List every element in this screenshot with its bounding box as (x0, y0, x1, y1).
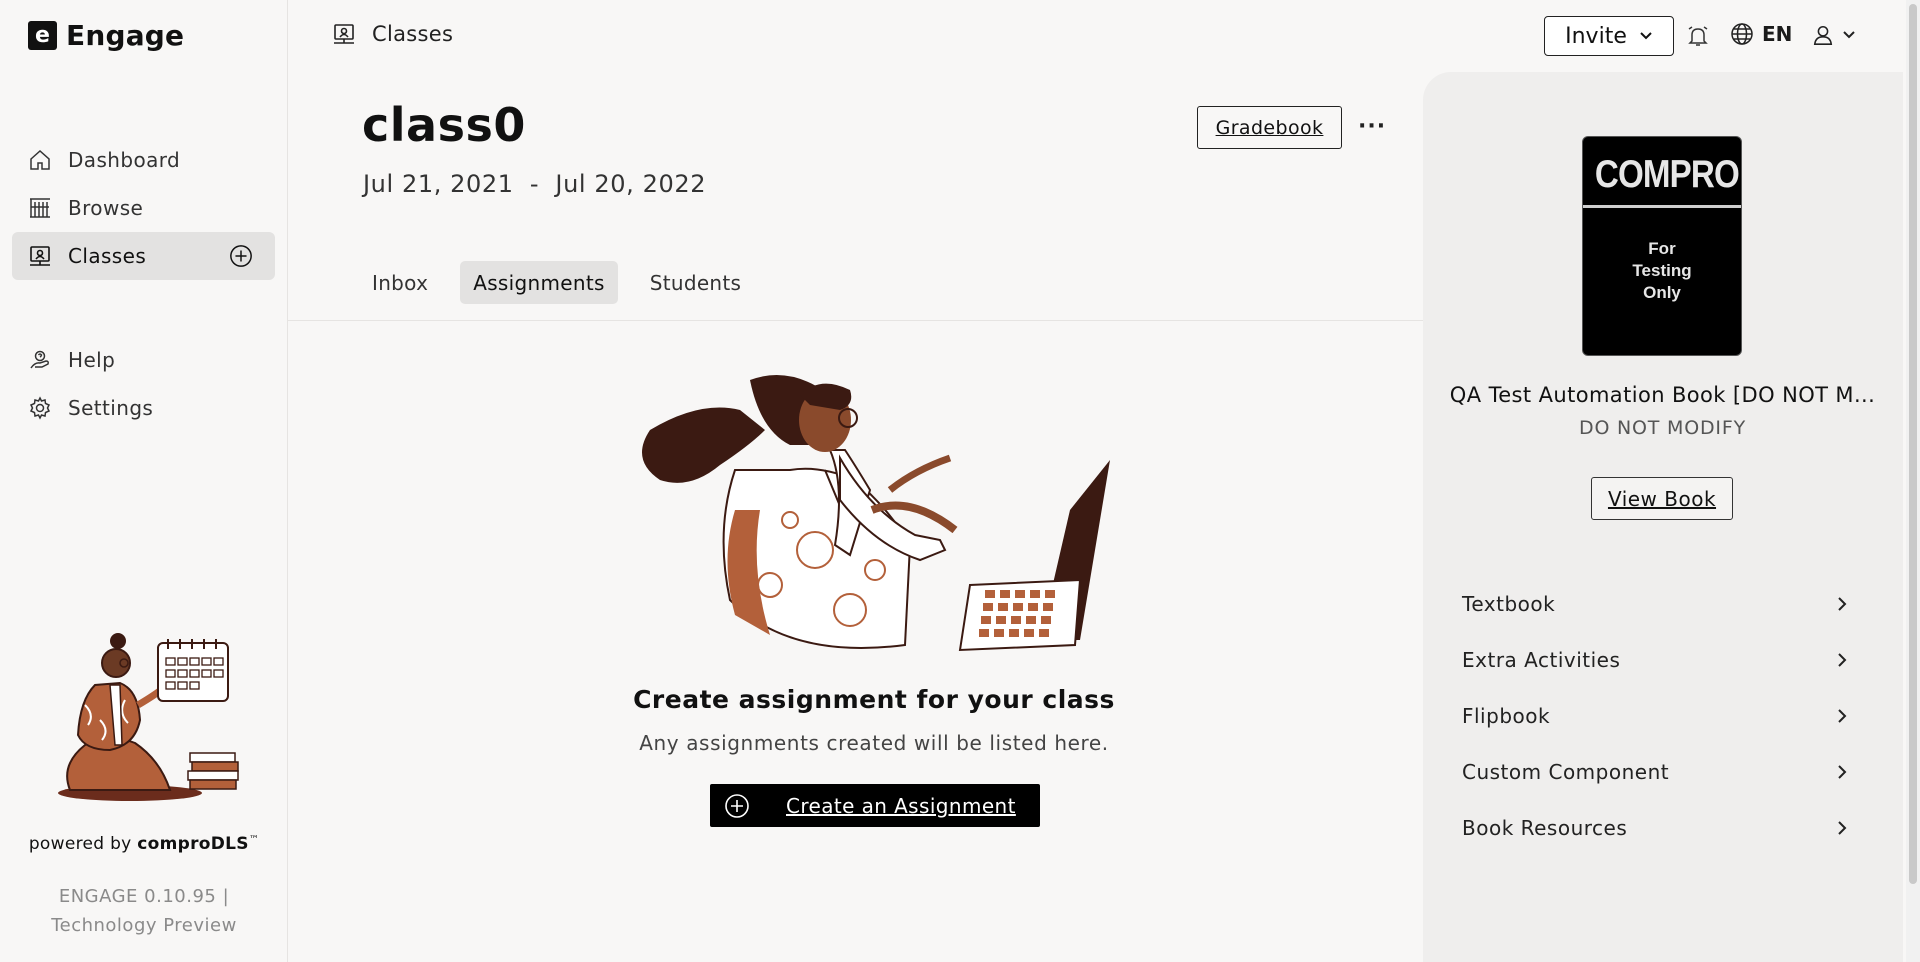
resource-label: Textbook (1462, 592, 1556, 616)
book-subtitle: DO NOT MODIFY (1579, 417, 1746, 439)
empty-state-subtitle: Any assignments created will be listed h… (639, 731, 1109, 755)
sidebar-item-classes[interactable]: Classes (12, 232, 275, 280)
sidebar-item-settings[interactable]: Settings (12, 384, 275, 432)
class-tabs: Inbox Assignments Students (362, 261, 751, 304)
language-selector[interactable]: EN (1730, 22, 1792, 46)
create-assignment-label: Create an Assignment (786, 793, 1016, 818)
scrollbar-thumb[interactable] (1909, 4, 1917, 884)
resource-label: Flipbook (1462, 704, 1551, 728)
create-assignment-button[interactable]: Create an Assignment (710, 784, 1040, 827)
sidebar-item-dashboard[interactable]: Dashboard (12, 136, 275, 184)
book-title: QA Test Automation Book [DO NOT M... (1449, 383, 1876, 407)
view-book-button[interactable]: View Book (1591, 477, 1733, 520)
version-note: Technology Preview (51, 915, 237, 936)
classes-icon (30, 246, 50, 266)
plus-circle-icon (725, 793, 749, 818)
chevron-right-icon (1838, 653, 1847, 667)
empty-state-title: Create assignment for your class (633, 685, 1115, 714)
book-cover[interactable]: COMPRO For Testing Only (1582, 136, 1742, 356)
brand[interactable]: e Engage (28, 19, 184, 52)
sidebar-item-help[interactable]: Help (12, 336, 275, 384)
help-icon (30, 350, 49, 369)
cover-title: COMPRO (1594, 153, 1740, 196)
resource-item-textbook[interactable]: Textbook (1462, 576, 1862, 632)
powered-tm: ™ (248, 834, 260, 846)
main-nav: Dashboard Browse Classes (12, 136, 275, 280)
powered-prefix: powered by (28, 834, 138, 854)
sidebar-item-label: Browse (68, 196, 144, 220)
page-title: class0 (362, 98, 526, 152)
woman-laptop-illustration (642, 375, 1110, 652)
resource-item-extra-activities[interactable]: Extra Activities (1462, 632, 1862, 688)
date-end: Jul 20, 2022 (555, 170, 707, 198)
version-info: ENGAGE 0.10.95 | Technology Preview (0, 882, 288, 940)
chevron-down-icon (1843, 31, 1855, 39)
brand-name: Engage (66, 19, 185, 52)
chevron-down-icon (1640, 32, 1652, 40)
sidebar-item-browse[interactable]: Browse (12, 184, 275, 232)
cover-divider (1583, 205, 1741, 208)
scrollbar[interactable] (1906, 0, 1920, 962)
invite-button[interactable]: Invite (1544, 16, 1674, 56)
secondary-nav: Help Settings (12, 336, 275, 432)
notification-bell-icon[interactable] (1686, 24, 1710, 48)
classes-icon (334, 24, 354, 44)
sidebar-item-label: Settings (68, 396, 154, 420)
calendar-person-illustration (58, 633, 239, 801)
resource-item-flipbook[interactable]: Flipbook (1462, 688, 1862, 744)
engage-logo-icon: e (28, 21, 57, 50)
language-label: EN (1762, 22, 1793, 46)
version-label: ENGAGE 0.10.95 | (58, 886, 230, 907)
tabs-divider (288, 320, 1423, 321)
breadcrumb-label[interactable]: Classes (372, 22, 453, 46)
chevron-right-icon (1838, 709, 1847, 723)
chevron-right-icon (1838, 821, 1847, 835)
chevron-right-icon (1838, 765, 1847, 779)
home-icon (30, 149, 50, 170)
library-icon (30, 198, 50, 218)
user-menu[interactable] (1812, 24, 1856, 46)
cover-subtitle: For Testing Only (1632, 239, 1692, 302)
powered-brand: comproDLS (137, 834, 249, 854)
gear-icon (29, 396, 51, 420)
resource-item-book-resources[interactable]: Book Resources (1462, 800, 1862, 856)
add-class-icon[interactable] (229, 244, 253, 268)
user-icon (1813, 25, 1833, 45)
tab-assignments[interactable]: Assignments (460, 261, 618, 304)
date-separator: - (529, 170, 540, 198)
resource-label: Extra Activities (1462, 648, 1621, 672)
breadcrumb: Classes (332, 22, 453, 46)
book-resources-list: Textbook Extra Activities Flipbook Custo… (1462, 576, 1862, 856)
sidebar-item-label: Help (68, 348, 116, 372)
date-start: Jul 21, 2021 (363, 170, 514, 198)
invite-label: Invite (1565, 23, 1627, 49)
resource-item-custom-component[interactable]: Custom Component (1462, 744, 1862, 800)
tab-inbox[interactable]: Inbox (362, 261, 438, 304)
resource-label: Book Resources (1462, 816, 1628, 840)
sidebar: e Engage Dashboard Browse Classes Help S… (0, 0, 288, 962)
class-dates: Jul 21, 2021 - Jul 20, 2022 (363, 170, 706, 198)
resource-label: Custom Component (1462, 760, 1670, 784)
tab-students[interactable]: Students (640, 261, 752, 304)
chevron-right-icon (1838, 597, 1847, 611)
sidebar-item-label: Dashboard (68, 148, 181, 172)
powered-by: powered by comproDLS™ (0, 834, 288, 854)
more-options-icon[interactable]: ··· (1358, 114, 1386, 139)
sidebar-item-label: Classes (68, 244, 147, 268)
gradebook-button[interactable]: Gradebook (1197, 106, 1342, 149)
globe-icon (1731, 23, 1753, 45)
